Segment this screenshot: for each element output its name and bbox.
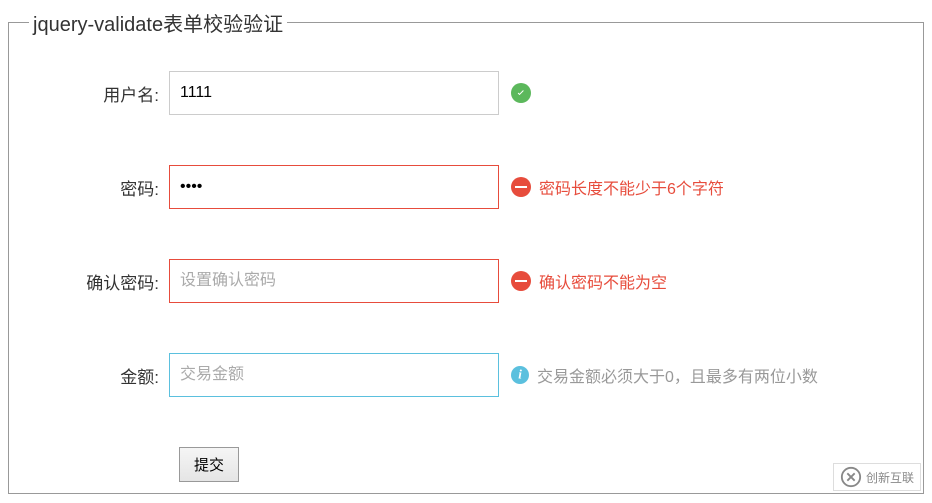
feedback-username	[511, 83, 539, 103]
label-amount: 金额:	[29, 363, 169, 388]
error-message-confirm: 确认密码不能为空	[539, 269, 667, 293]
check-icon	[511, 83, 531, 103]
watermark-text: 创新互联	[866, 469, 914, 486]
form-fieldset: jquery-validate表单校验验证 用户名: 密码: 密码长度不能少于6…	[8, 8, 924, 494]
row-username: 用户名:	[29, 71, 903, 115]
feedback-password: 密码长度不能少于6个字符	[511, 175, 724, 199]
error-icon	[511, 177, 531, 197]
input-confirm[interactable]	[169, 259, 499, 303]
error-message-password: 密码长度不能少于6个字符	[539, 175, 724, 199]
row-submit: 提交	[179, 447, 903, 482]
form-legend: jquery-validate表单校验验证	[29, 8, 287, 37]
label-password: 密码:	[29, 175, 169, 200]
row-password: 密码: 密码长度不能少于6个字符	[29, 165, 903, 209]
input-amount[interactable]	[169, 353, 499, 397]
submit-button[interactable]: 提交	[179, 447, 239, 482]
feedback-confirm: 确认密码不能为空	[511, 269, 667, 293]
row-amount: 金额: 交易金额必须大于0，且最多有两位小数	[29, 353, 903, 397]
info-icon	[511, 366, 529, 384]
error-icon	[511, 271, 531, 291]
row-confirm: 确认密码: 确认密码不能为空	[29, 259, 903, 303]
label-confirm: 确认密码:	[29, 269, 169, 294]
info-message-amount: 交易金额必须大于0，且最多有两位小数	[537, 363, 818, 387]
input-username[interactable]	[169, 71, 499, 115]
input-password[interactable]	[169, 165, 499, 209]
watermark-logo-icon	[840, 466, 862, 488]
watermark: 创新互联	[833, 463, 921, 491]
feedback-amount: 交易金额必须大于0，且最多有两位小数	[511, 363, 818, 387]
label-username: 用户名:	[29, 81, 169, 106]
